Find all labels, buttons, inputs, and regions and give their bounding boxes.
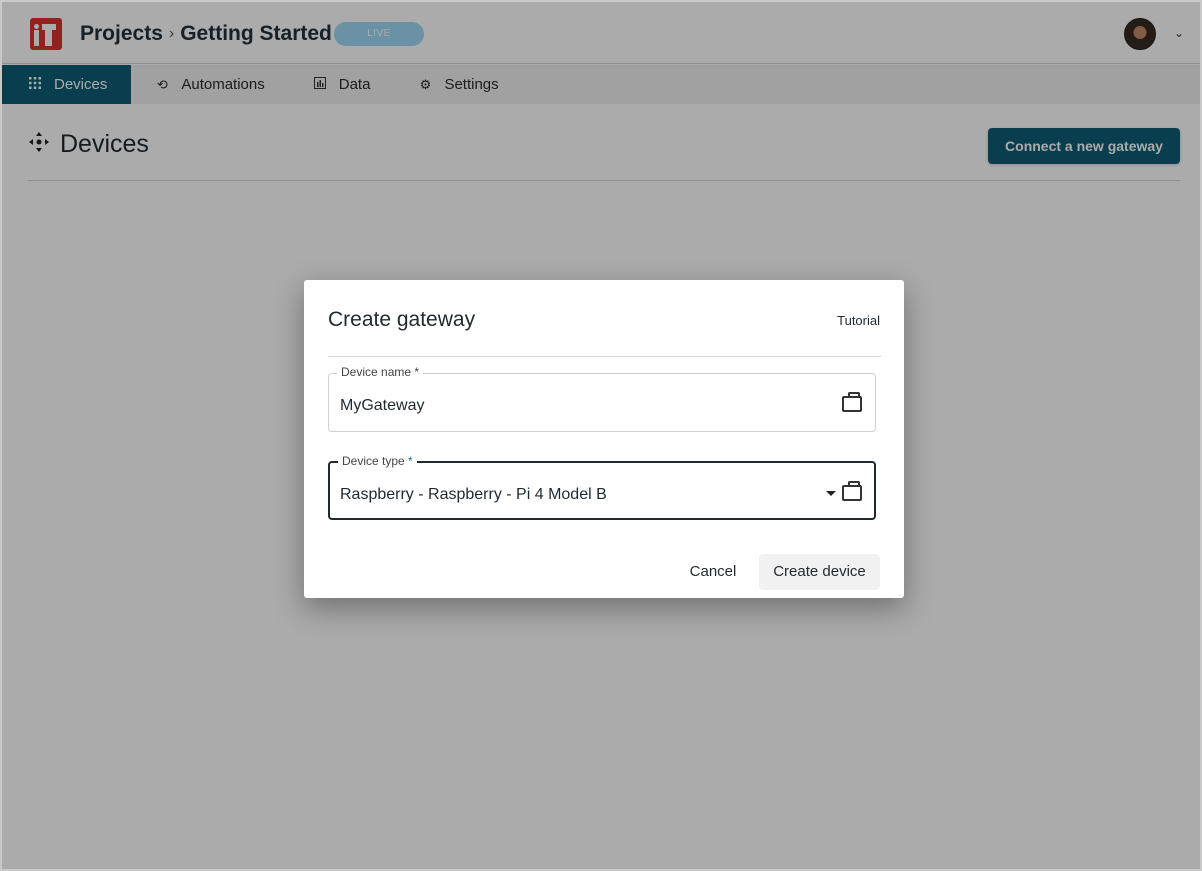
briefcase-icon [842, 392, 862, 412]
create-device-button[interactable]: Create device [759, 554, 880, 590]
device-type-select[interactable]: Device type * Raspberry - Raspberry - Pi… [328, 454, 876, 520]
create-gateway-dialog: Create gateway Tutorial Device name * My… [304, 280, 904, 598]
device-name-label: Device name * [337, 365, 424, 379]
device-type-label-text: Device type [342, 454, 405, 468]
device-type-label: Device type * [338, 454, 417, 468]
app-frame: Projects › Getting Started LIVE ⌄ Device… [0, 0, 1202, 871]
dialog-divider [328, 356, 881, 357]
required-marker: * [408, 454, 413, 468]
required-marker: * [414, 365, 420, 379]
device-name-input[interactable]: MyGateway [340, 397, 424, 415]
briefcase-icon [842, 481, 862, 501]
caret-down-icon[interactable] [826, 491, 836, 496]
device-name-label-text: Device name [341, 365, 412, 379]
cancel-button[interactable]: Cancel [678, 554, 748, 590]
device-name-field[interactable]: Device name * MyGateway [328, 365, 876, 432]
dialog-title: Create gateway [328, 308, 476, 331]
tutorial-link[interactable]: Tutorial [837, 313, 880, 328]
device-type-value[interactable]: Raspberry - Raspberry - Pi 4 Model B [340, 486, 607, 504]
